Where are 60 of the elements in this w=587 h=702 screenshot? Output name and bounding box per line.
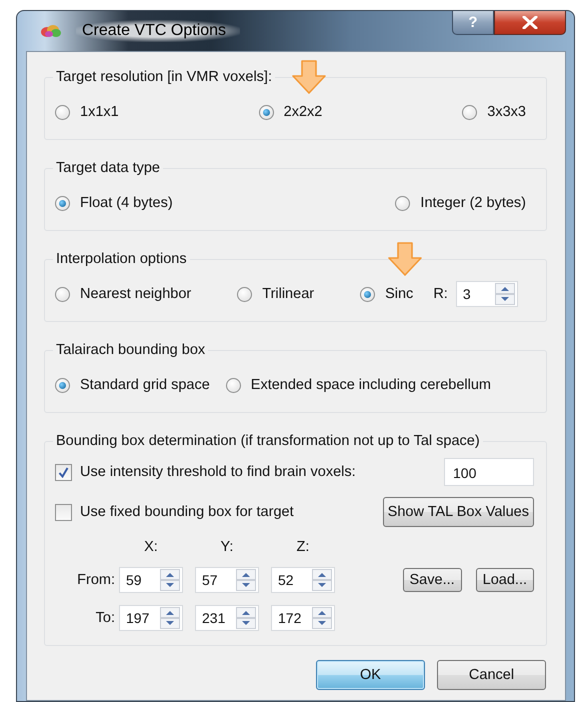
spin-arrows-icon[interactable] [312, 569, 332, 591]
spin-box[interactable]: 52 [271, 567, 335, 593]
row-label: To: [94, 610, 115, 626]
close-icon [522, 16, 538, 29]
radio-circle[interactable] [55, 378, 70, 392]
group-title: Target resolution [in VMR voxels]: [55, 69, 273, 85]
show-values-button[interactable]: Show TAL Box Values [382, 497, 534, 527]
brain-icon [40, 24, 62, 38]
checkbox-option[interactable]: Use intensity threshold to find brain voxels: [55, 464, 356, 480]
radio-option[interactable]: Trilinear [237, 286, 314, 302]
checkmark-icon [58, 466, 69, 478]
threshold-field[interactable]: 100 [444, 458, 534, 486]
group-title: Bounding box determination (if transformation not up to Tal space) [55, 433, 481, 449]
axis-label: Y: [220, 539, 234, 555]
radio-circle[interactable] [237, 286, 252, 302]
spin-box[interactable]: 3 [456, 281, 518, 307]
radio-circle[interactable] [55, 196, 70, 210]
spin-box[interactable]: 57 [195, 567, 259, 593]
dialog-button[interactable]: OK [316, 660, 425, 690]
radio-option[interactable]: Nearest neighbor [55, 286, 192, 302]
checkbox-option[interactable]: Use fixed bounding box for target [55, 504, 294, 520]
spin-arrows-icon[interactable] [160, 569, 180, 591]
r-label: R: [433, 286, 448, 302]
radio-option[interactable]: 1x1x1 [55, 104, 119, 120]
spin-box[interactable]: 59 [119, 567, 183, 593]
spin-box[interactable]: 197 [119, 605, 183, 631]
radio-circle[interactable] [395, 196, 410, 210]
radio-circle[interactable] [360, 286, 376, 302]
radio-circle[interactable] [55, 286, 70, 302]
axis-label: X: [143, 539, 159, 555]
spin-arrows-icon[interactable] [494, 283, 515, 305]
radio-option[interactable]: 2x2x2 [258, 104, 322, 120]
radio-option[interactable]: Extended space including cerebellum [226, 377, 491, 393]
radio-option[interactable]: Float (4 bytes) [55, 195, 173, 211]
close-button[interactable] [494, 11, 566, 35]
radio-option[interactable]: Integer (2 bytes) [395, 195, 526, 211]
row-label: From: [76, 572, 115, 588]
spin-arrows-icon[interactable] [160, 607, 180, 629]
axis-label: Z: [296, 539, 310, 555]
radio-option[interactable]: Sinc [360, 286, 414, 302]
spin-arrows-icon[interactable] [236, 607, 256, 629]
radio-option[interactable]: Standard grid space [55, 377, 210, 393]
spin-arrows-icon[interactable] [236, 569, 256, 591]
checkbox[interactable] [55, 504, 72, 520]
radio-circle[interactable] [226, 378, 241, 392]
file-button[interactable]: Save... [402, 568, 462, 592]
radio-circle[interactable] [258, 104, 274, 120]
checkbox[interactable] [55, 464, 72, 480]
radio-circle[interactable] [55, 104, 70, 120]
group-title: Target data type [55, 160, 161, 176]
group-title: Talairach bounding box [55, 342, 206, 358]
radio-circle[interactable] [462, 104, 478, 120]
spin-box[interactable]: 172 [271, 605, 335, 631]
spin-box[interactable]: 231 [195, 605, 259, 631]
window-title: Create VTC Options [76, 20, 240, 42]
dialog-button[interactable]: Cancel [437, 660, 546, 690]
group-title: Interpolation options [55, 251, 188, 267]
file-button[interactable]: Load... [476, 568, 534, 592]
radio-option[interactable]: 3x3x3 [462, 104, 526, 120]
spin-arrows-icon[interactable] [312, 607, 332, 629]
